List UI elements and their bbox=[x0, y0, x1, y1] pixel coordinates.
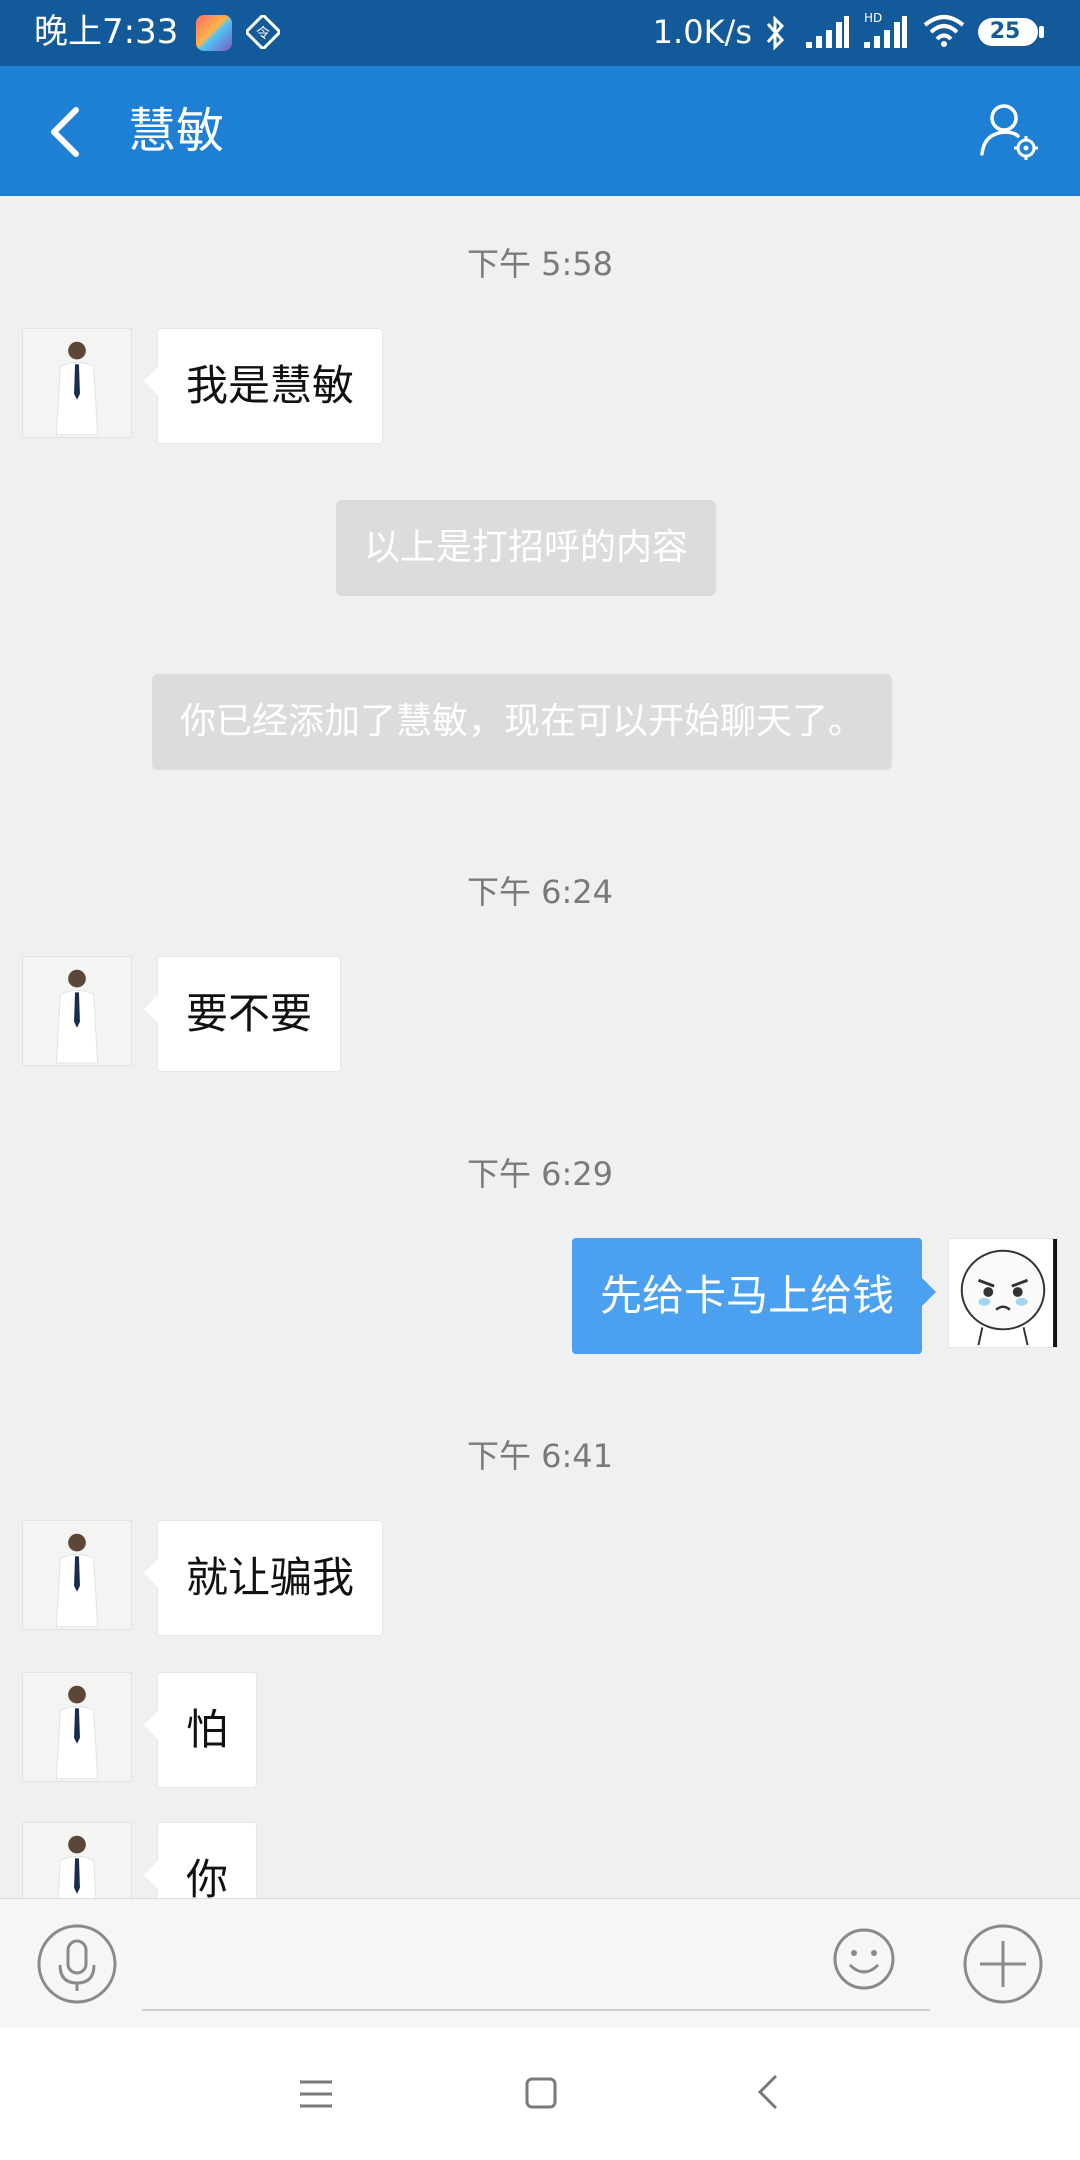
contact-avatar[interactable] bbox=[22, 956, 132, 1066]
gallery-icon bbox=[196, 15, 232, 51]
incoming-message[interactable]: 要不要 bbox=[143, 956, 342, 1072]
back-icon[interactable] bbox=[44, 106, 86, 158]
incoming-message[interactable]: 你 bbox=[143, 1822, 258, 1898]
plus-icon[interactable] bbox=[962, 1923, 1044, 2005]
input-bar bbox=[0, 1898, 1080, 2029]
system-nav-bar bbox=[0, 2028, 1080, 2160]
wifi-icon bbox=[923, 15, 965, 47]
profile-settings-icon[interactable] bbox=[978, 100, 1044, 166]
network-speed: 1.0K/s bbox=[652, 13, 752, 51]
svg-text:HD: HD bbox=[864, 11, 882, 25]
my-avatar[interactable] bbox=[948, 1238, 1058, 1348]
message-input[interactable] bbox=[142, 1919, 930, 2011]
incoming-message[interactable]: 怕 bbox=[143, 1672, 258, 1788]
contact-avatar[interactable] bbox=[22, 328, 132, 438]
menu-icon[interactable] bbox=[298, 2076, 334, 2112]
person-photo-icon bbox=[23, 1823, 131, 1898]
bluetooth-icon bbox=[766, 15, 785, 51]
chat-header: 慧敏 bbox=[0, 66, 1080, 196]
home-icon[interactable] bbox=[524, 2076, 558, 2110]
person-photo-icon bbox=[23, 957, 131, 1065]
hd-signal-icon: HD bbox=[864, 11, 907, 48]
status-bar: 晚上7:33 令 1.0K/s HD 25 bbox=[0, 0, 1080, 66]
message-list[interactable]: 下午 5:58 我是慧敏 以上是打招呼的内容 你已经添加了慧敏，现在可以开始聊天… bbox=[0, 196, 1080, 1898]
signal-icon bbox=[806, 16, 849, 48]
timestamp: 下午 6:24 bbox=[466, 873, 614, 911]
back-icon[interactable] bbox=[756, 2072, 780, 2112]
incoming-message[interactable]: 就让骗我 bbox=[143, 1520, 384, 1636]
outgoing-message[interactable]: 先给卡马上给钱 bbox=[571, 1238, 937, 1354]
chat-title: 慧敏 bbox=[128, 103, 225, 159]
timestamp: 下午 6:41 bbox=[466, 1437, 614, 1475]
system-notice: 以上是打招呼的内容 bbox=[336, 500, 717, 596]
timestamp: 下午 5:58 bbox=[466, 245, 614, 283]
vpn-icon: 令 bbox=[246, 15, 280, 49]
timestamp: 下午 6:29 bbox=[466, 1155, 614, 1193]
contact-avatar[interactable] bbox=[22, 1822, 132, 1898]
person-photo-icon bbox=[23, 329, 131, 437]
system-notice: 你已经添加了慧敏，现在可以开始聊天了。 bbox=[152, 674, 893, 770]
battery-level: 25 bbox=[989, 19, 1021, 44]
sad-face-sticker-icon bbox=[949, 1239, 1057, 1347]
status-time: 晚上7:33 bbox=[34, 12, 179, 52]
contact-avatar[interactable] bbox=[22, 1672, 132, 1782]
person-photo-icon bbox=[23, 1521, 131, 1629]
emoji-icon[interactable] bbox=[832, 1927, 896, 1991]
mic-icon[interactable] bbox=[36, 1923, 118, 2005]
incoming-message[interactable]: 我是慧敏 bbox=[143, 328, 384, 444]
svg-text:令: 令 bbox=[256, 26, 270, 42]
contact-avatar[interactable] bbox=[22, 1520, 132, 1630]
person-photo-icon bbox=[23, 1673, 131, 1781]
